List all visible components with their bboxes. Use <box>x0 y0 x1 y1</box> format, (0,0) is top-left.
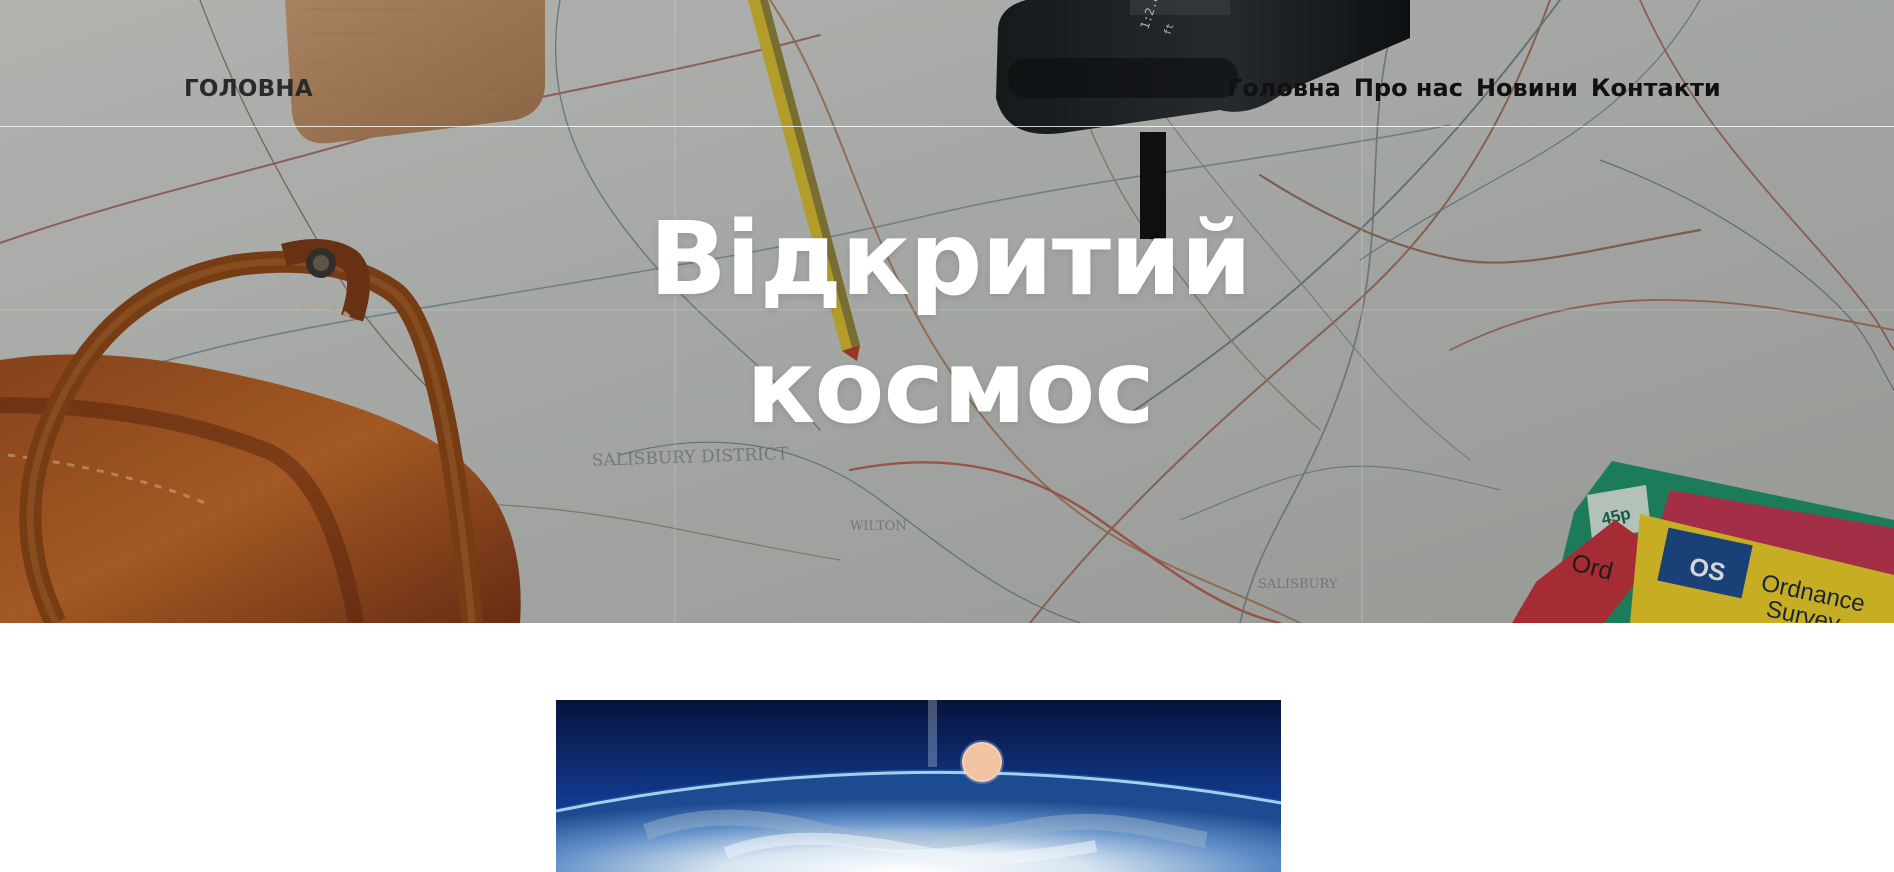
hero-section: SALISBURY DISTRICT WILTON SALISBURY 1:2.… <box>0 0 1894 623</box>
hero-title-line-2: космос <box>746 328 1155 448</box>
site-header: ГОЛОВНА Головна Про нас Новини Контакти <box>0 0 1894 127</box>
hero-title-line-1: Відкритий <box>649 200 1252 320</box>
hero-title: Відкритий космос <box>585 196 1315 452</box>
earth-from-space-image <box>556 700 1281 872</box>
light-beam <box>928 700 937 767</box>
nav-home-link[interactable]: Головна <box>1227 76 1341 100</box>
site-brand[interactable]: ГОЛОВНА <box>184 76 313 102</box>
main-navigation: Головна Про нас Новини Контакти <box>1227 76 1721 100</box>
nav-news-link[interactable]: Новини <box>1476 76 1578 100</box>
nav-contacts-link[interactable]: Контакти <box>1591 76 1721 100</box>
nav-about-link[interactable]: Про нас <box>1354 76 1463 100</box>
space-photo <box>556 700 1281 872</box>
